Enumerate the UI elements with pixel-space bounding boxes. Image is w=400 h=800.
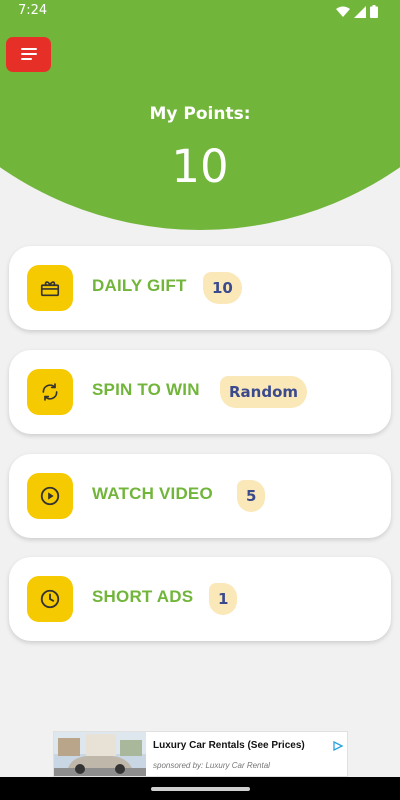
ad-car-image [54, 732, 146, 776]
short-ads-card[interactable]: SHORT ADS 1 [9, 557, 391, 641]
status-bar: 7:24 [0, 0, 400, 24]
menu-button[interactable] [6, 37, 51, 72]
signal-icon [354, 5, 366, 22]
home-gesture-handle[interactable] [151, 787, 250, 791]
ad-title: Luxury Car Rentals (See Prices) [153, 740, 305, 751]
points-header: 7:24 My Points: 10 [0, 0, 400, 232]
status-time: 7:24 [18, 3, 48, 18]
play-circle-icon [27, 473, 73, 519]
system-nav-bar [0, 777, 400, 800]
hamburger-icon [20, 45, 38, 64]
daily-gift-card[interactable]: DAILY GIFT 10 [9, 246, 391, 330]
watch-video-card[interactable]: WATCH VIDEO 5 [9, 454, 391, 538]
battery-icon [370, 5, 378, 22]
ad-banner[interactable]: Luxury Car Rentals (See Prices) sponsore… [53, 731, 348, 777]
spin-to-win-card[interactable]: SPIN TO WIN Random [9, 350, 391, 434]
status-icons [336, 5, 378, 22]
points-value: 10 [171, 140, 229, 193]
points-badge: 1 [209, 583, 238, 615]
card-title: SHORT ADS [92, 587, 194, 606]
ad-sponsor: sponsored by: Luxury Car Rental [153, 761, 270, 770]
adchoices-icon[interactable] [333, 736, 344, 755]
points-badge: 10 [203, 272, 242, 304]
refresh-icon [27, 369, 73, 415]
clock-icon [27, 576, 73, 622]
card-title: WATCH VIDEO [92, 484, 213, 503]
points-label: My Points: [149, 104, 251, 124]
wifi-icon [336, 6, 350, 22]
card-title: SPIN TO WIN [92, 380, 200, 399]
points-badge: Random [220, 376, 308, 408]
card-title: DAILY GIFT [92, 276, 187, 295]
points-badge: 5 [237, 480, 266, 512]
gift-icon [27, 265, 73, 311]
